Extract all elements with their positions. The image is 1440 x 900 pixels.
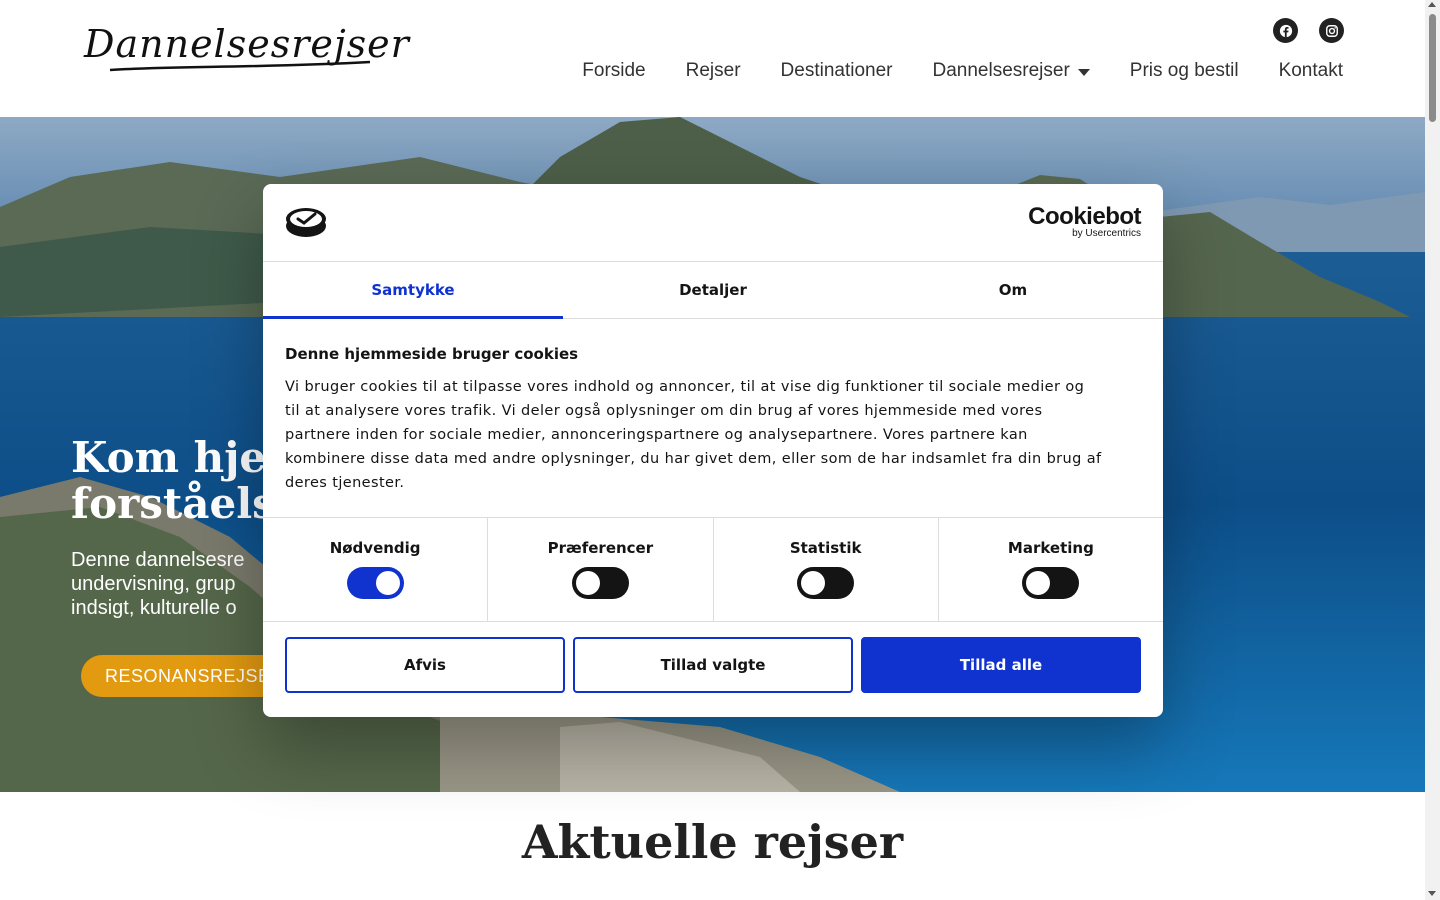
tab-detaljer[interactable]: Detaljer [563,262,863,318]
switch-knob [575,571,600,595]
description-line: deres tjenester. [285,475,405,491]
nav-label: Rejser [685,60,741,81]
decline-button[interactable]: Afvis [285,637,565,693]
site-badge-icon [285,206,327,242]
scroll-down-arrow-icon[interactable] [1428,891,1436,896]
toggle-necessary: Nødvendig [263,518,489,621]
dialog-actions: Afvis Tillad valgte Tillad alle [263,622,1163,693]
preferences-switch[interactable] [571,567,629,599]
statistics-switch[interactable] [797,567,855,599]
allow-selected-button[interactable]: Tillad valgte [573,637,853,693]
necessary-switch[interactable] [346,567,404,599]
nav-kontakt[interactable]: Kontakt [1279,60,1343,82]
switch-knob [801,571,826,595]
scroll-up-arrow-icon[interactable] [1428,2,1436,7]
site-header: Dannelsesrejser Forside Rejser Destinati… [0,0,1425,117]
toggle-label: Marketing [1007,539,1094,557]
allow-all-button[interactable]: Tillad alle [861,637,1141,693]
instagram-icon[interactable] [1319,18,1344,43]
main-nav: Forside Rejser Destinationer Dannelsesre… [582,60,1343,82]
dialog-tabs: Samtykke Detaljer Om [263,262,1163,319]
tab-samtykke[interactable]: Samtykke [263,262,563,319]
toggle-preferences: Præferencer [488,518,714,621]
toggle-label: Præferencer [547,539,654,557]
chevron-down-icon [1077,69,1090,76]
nav-destinationer[interactable]: Destinationer [781,60,893,82]
nav-label: Kontakt [1278,60,1343,81]
description-line: partnere inden for sociale medier, annon… [285,427,1028,443]
site-logo[interactable]: Dannelsesrejser [80,16,409,86]
switch-knob [1026,571,1051,595]
nav-forside[interactable]: Forside [582,60,645,82]
tab-om[interactable]: Om [863,262,1163,318]
cookiebot-brand: Cookiebot [1028,203,1141,230]
description-line: Vi bruger cookies til at tilpasse vores … [285,379,1085,395]
description-line: kombinere disse data med andre oplysning… [285,451,1102,467]
consent-toggles: Nødvendig Præferencer Statistik Marketin… [263,517,1163,622]
toggle-label: Nødvendig [329,539,421,557]
nav-label: Pris og bestil [1129,60,1239,81]
logo-swash [109,60,371,72]
nav-rejser[interactable]: Rejser [686,60,741,82]
scrollbar-thumb[interactable] [1429,14,1436,122]
nav-pris-og-bestil[interactable]: Pris og bestil [1130,60,1239,82]
marketing-switch[interactable] [1022,567,1080,599]
cookiebot-logo[interactable]: Cookiebot by Usercentrics [1028,203,1141,240]
dialog-description: Vi bruger cookies til at tilpasse vores … [285,375,1141,495]
dialog-body: Denne hjemmeside bruger cookies Vi bruge… [263,319,1163,517]
dialog-header: Cookiebot by Usercentrics [263,184,1163,262]
dialog-heading: Denne hjemmeside bruger cookies [285,345,579,363]
nav-label: Destinationer [780,60,893,81]
section-title: Aktuelle rejser [521,815,904,869]
description-line: til at analysere vores trafik. Vi deler … [285,403,1043,419]
toggle-label: Statistik [789,539,862,557]
toggle-marketing: Marketing [939,518,1163,621]
nav-dannelsesrejser[interactable]: Dannelsesrejser [932,60,1090,82]
toggle-statistics: Statistik [714,518,939,621]
switch-knob [375,571,400,595]
page-scrollbar[interactable] [1425,0,1440,900]
nav-label: Dannelsesrejser [932,60,1070,81]
cookie-consent-dialog: Cookiebot by Usercentrics Samtykke Detal… [263,184,1163,717]
facebook-icon[interactable] [1273,18,1298,43]
nav-label: Forside [582,60,646,81]
